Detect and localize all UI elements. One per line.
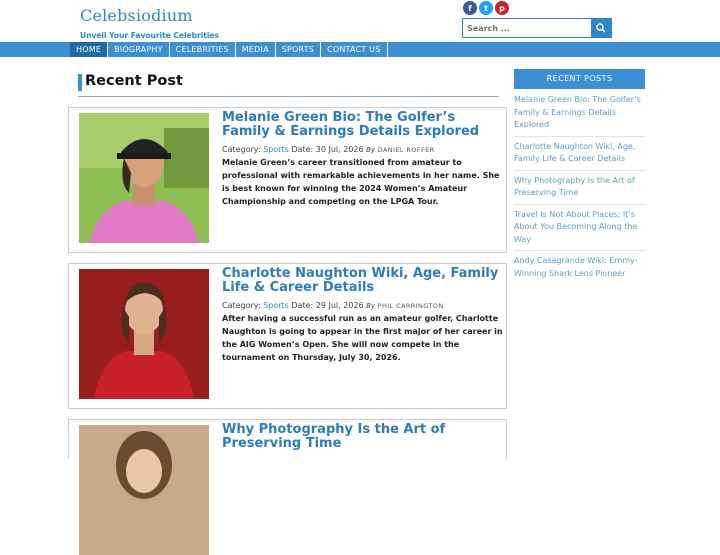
site-tagline: Unveil Your Favourite Celebrities [80,31,219,40]
sidebar: RECENT POSTS Melanie Green Bio: The Golf… [514,69,645,288]
nav-celebrities[interactable]: CELEBRITIES [170,42,236,57]
sidebar-post-link[interactable]: Travel Is Not About Places; It’s About Y… [514,209,645,251]
post-thumbnail-golfer-red[interactable] [79,269,209,399]
search-icon [596,23,606,33]
category-label: Category: [222,301,261,310]
main-navigation: HOME BIOGRAPHY CELEBRITIES MEDIA SPORTS … [0,42,720,57]
post-excerpt: Melanie Green’s career transitioned from… [222,158,500,206]
date-label: Date: [291,145,314,154]
by-label: By [366,302,376,310]
post-thumbnail-photography[interactable] [79,425,209,555]
category-label: Category: [222,145,261,154]
category-link[interactable]: Sports [263,301,289,310]
post-excerpt: After having a successful run as an amat… [222,314,503,362]
section-title: Recent Post [85,73,183,89]
category-link[interactable]: Sports [263,145,289,154]
sidebar-post-link[interactable]: Andy Casagrande Wiki: Emmy-Winning Shark… [514,255,645,284]
section-heading: Recent Post [78,73,499,97]
post-title[interactable]: Charlotte Naughton Wiki, Age, Family Lif… [222,267,504,295]
post-author[interactable]: PHIL CARRINGTON [378,302,444,310]
post-thumbnail-golfer-pink[interactable] [79,113,209,243]
heading-accent-bar [78,74,82,91]
nav-home[interactable]: HOME [70,42,109,57]
pinterest-icon[interactable]: p [495,1,509,15]
sidebar-post-link[interactable]: Charlotte Naughton Wiki, Age, Family Lif… [514,141,645,171]
sidebar-heading: RECENT POSTS [514,69,645,89]
post-date: 29 Jul, 2026 [315,301,364,310]
post-card: Why Photography Is the Art of Preserving… [68,419,507,555]
post-title[interactable]: Why Photography Is the Art of Preserving… [222,423,504,451]
nav-biography[interactable]: BIOGRAPHY [108,42,170,57]
post-title[interactable]: Melanie Green Bio: The Golfer’s Family &… [222,111,504,139]
facebook-icon[interactable]: f [463,1,477,15]
site-logo[interactable]: Celebsiodium [80,6,193,25]
post-card: Charlotte Naughton Wiki, Age, Family Lif… [68,263,507,409]
nav-sports[interactable]: SPORTS [276,42,322,57]
site-header: Celebsiodium Unveil Your Favourite Celeb… [0,0,720,42]
sidebar-post-link[interactable]: Why Photography Is the Art of Preserving… [514,175,645,205]
date-label: Date: [291,301,314,310]
post-card: Melanie Green Bio: The Golfer’s Family &… [68,107,507,253]
search-form [462,18,612,38]
post-meta: Category: Sports Date: 29 Jul, 2026 By P… [222,301,444,310]
post-meta: Category: Sports Date: 30 Jul, 2026 By D… [222,145,435,154]
by-label: By [366,146,376,154]
nav-media[interactable]: MEDIA [236,42,276,57]
search-input[interactable] [463,19,591,37]
post-date: 30 Jul, 2026 [315,145,364,154]
search-button[interactable] [591,19,611,37]
nav-contact-us[interactable]: CONTACT US [321,42,388,57]
post-author[interactable]: DANIEL ROFFER [378,146,435,154]
sidebar-post-link[interactable]: Melanie Green Bio: The Golfer’s Family &… [514,94,645,137]
recent-posts-list: Melanie Green Bio: The Golfer’s Family &… [514,94,645,284]
twitter-icon[interactable]: t [479,1,493,15]
social-links: f t p [463,1,509,15]
